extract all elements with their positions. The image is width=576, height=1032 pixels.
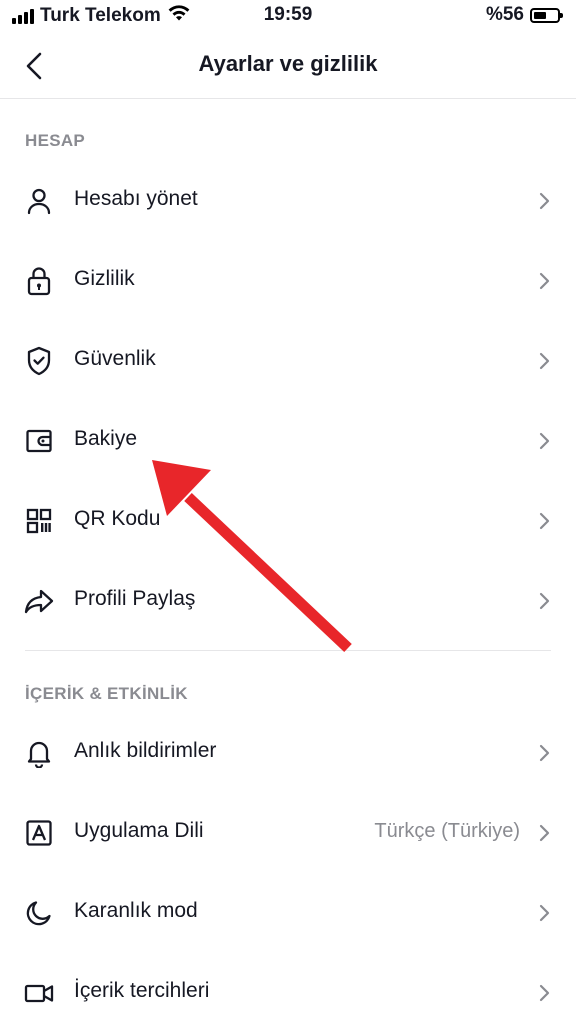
settings-row-push-notifications[interactable]: Anlık bildirimler — [0, 712, 576, 792]
battery-icon — [530, 7, 563, 23]
status-bar: Turk Telekom 19:59 %56 — [0, 0, 576, 34]
selected-language: Türkçe (Türkiye) — [374, 820, 520, 842]
settings-row-label: Bakiye — [74, 427, 138, 450]
settings-row-label: QR Kodu — [74, 507, 161, 530]
settings-row-label: Karanlık mod — [74, 899, 198, 922]
qr-code-icon — [22, 504, 56, 538]
settings-row-content-preferences[interactable]: İçerik tercihleri — [0, 952, 576, 1032]
chevron-right-icon — [539, 984, 550, 1002]
bell-icon — [22, 736, 56, 770]
chevron-right-icon — [539, 824, 550, 842]
navigation-header: Ayarlar ve gizlilik — [0, 34, 576, 99]
settings-row-dark-mode[interactable]: Karanlık mod — [0, 872, 576, 952]
settings-row-label: Hesabı yönet — [74, 187, 198, 210]
wallet-icon — [22, 424, 56, 458]
settings-row-balance[interactable]: Bakiye — [0, 400, 576, 480]
chevron-right-icon — [539, 352, 550, 370]
battery-percent: %56 — [485, 4, 524, 25]
shield-icon — [22, 344, 56, 378]
chevron-right-icon — [539, 272, 550, 290]
language-icon — [22, 816, 56, 850]
settings-row-qr-code[interactable]: QR Kodu — [0, 480, 576, 560]
page-title: Ayarlar ve gizlilik — [198, 51, 378, 76]
video-camera-icon — [22, 976, 56, 1010]
settings-row-label: Profili Paylaş — [74, 587, 196, 610]
lock-icon — [22, 264, 56, 298]
section-header-account: HESAP — [25, 131, 86, 150]
settings-row-security[interactable]: Güvenlik — [0, 320, 576, 400]
settings-row-app-language[interactable]: Uygulama Dili Türkçe (Türkiye) — [0, 792, 576, 872]
chevron-right-icon — [539, 192, 550, 210]
section-header-content-activity: İÇERİK & ETKİNLİK — [25, 684, 188, 703]
chevron-right-icon — [539, 904, 550, 922]
settings-row-label: İçerik tercihleri — [74, 979, 210, 1002]
settings-row-label: Gizlilik — [74, 267, 135, 290]
settings-row-label: Anlık bildirimler — [74, 739, 217, 762]
chevron-right-icon — [539, 512, 550, 530]
chevron-right-icon — [539, 432, 550, 450]
settings-row-manage-account[interactable]: Hesabı yönet — [0, 160, 576, 240]
share-icon — [22, 584, 56, 618]
section-divider — [25, 650, 551, 651]
chevron-right-icon — [539, 744, 550, 762]
chevron-right-icon — [539, 592, 550, 610]
person-icon — [22, 184, 56, 218]
moon-icon — [22, 896, 56, 930]
settings-row-label: Güvenlik — [74, 347, 156, 370]
settings-row-label: Uygulama Dili — [74, 819, 204, 842]
settings-row-share-profile[interactable]: Profili Paylaş — [0, 560, 576, 640]
settings-row-privacy[interactable]: Gizlilik — [0, 240, 576, 320]
